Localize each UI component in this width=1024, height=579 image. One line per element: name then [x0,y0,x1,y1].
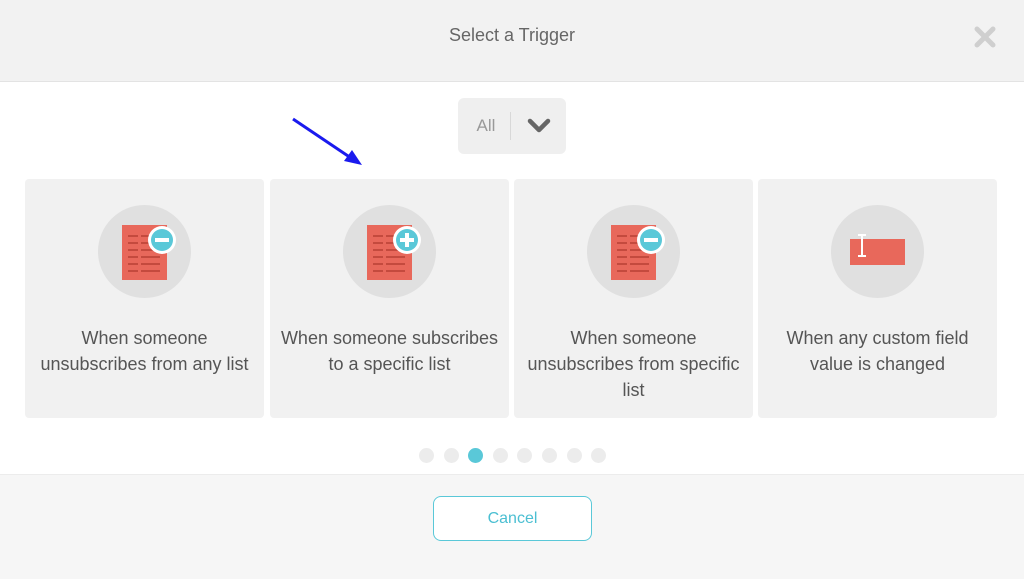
text-field-icon [850,234,905,265]
pagination-dot[interactable] [517,448,533,463]
card-label: When any custom field value is changed [786,328,969,374]
trigger-card-unsubscribe-any-list[interactable]: When someone unsubscribes from any list [25,179,264,418]
trigger-filter-dropdown[interactable]: All [458,98,566,154]
close-button[interactable] [970,22,1000,52]
pagination-dot[interactable] [419,448,434,463]
select-trigger-modal: Select a Trigger All When someone unsubs… [0,0,1024,579]
list-minus-icon [122,225,176,280]
chevron-down-icon[interactable] [511,118,566,134]
modal-title: Select a Trigger [448,25,576,45]
card-label: When someone subscribes to a specific li… [280,328,499,374]
trigger-card-unsubscribe-specific-list[interactable]: When someone unsubscribes from specific … [514,179,753,418]
list-minus-icon [611,225,665,280]
pagination-dot[interactable] [492,448,508,463]
pagination-dot[interactable] [541,448,557,463]
modal-header: Select a Trigger [0,0,1024,82]
pagination-dots [419,448,607,463]
cancel-button[interactable]: Cancel [433,496,592,541]
trigger-cards: When someone unsubscribes from any list [25,179,997,419]
card-label: When someone unsubscribes from any list [40,328,249,374]
card-label: When someone unsubscribes from specific … [527,328,740,400]
modal-footer: Cancel [0,474,1024,579]
trigger-card-subscribe-specific-list[interactable]: When someone subscribes to a specific li… [270,179,509,418]
card-icon-circle [98,205,191,298]
pagination-dot-active[interactable] [468,448,484,463]
card-icon-circle [343,205,436,298]
card-icon-circle [831,205,924,298]
annotation-arrow-icon [292,117,362,165]
trigger-card-custom-field-changed[interactable]: When any custom field value is changed [758,179,997,418]
list-plus-icon [367,225,421,280]
pagination-dot[interactable] [591,448,607,463]
pagination-dot[interactable] [443,448,459,463]
filter-selected-value: All [476,116,496,135]
pagination-dot[interactable] [566,448,582,463]
close-x-icon [974,26,996,48]
card-icon-circle [587,205,680,298]
